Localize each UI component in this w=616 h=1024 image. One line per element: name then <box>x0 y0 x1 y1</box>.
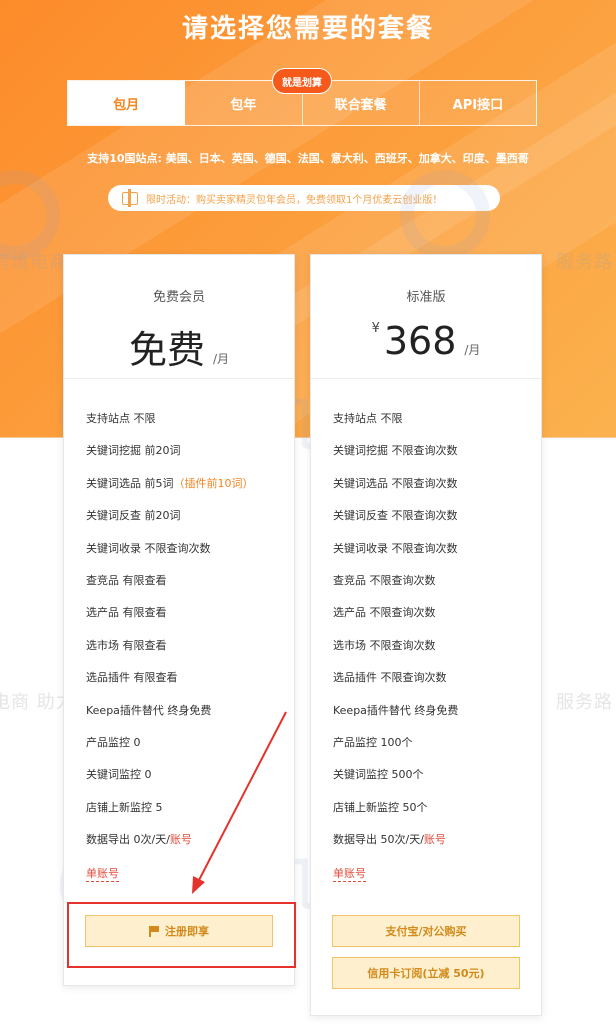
plan-price: 免费 <box>128 328 205 372</box>
watermark-slogan: 服务路 <box>556 692 613 713</box>
price-row: ¥368/月 <box>311 319 541 363</box>
feature-list: 支持站点 不限 关键词挖掘 不限查询次数 关键词选品 不限查询次数 关键词反查 … <box>311 379 541 862</box>
feature-item: 关键词选品 不限查询次数 <box>333 476 458 490</box>
feature-item: 选产品 不限查询次数 <box>333 606 436 620</box>
feature-item: 店铺上新监控 5 <box>86 800 163 814</box>
plan-name: 标准版 <box>406 290 446 305</box>
gift-icon <box>122 188 138 207</box>
feature-item: 关键词收录 不限查询次数 <box>86 541 211 555</box>
tab-monthly[interactable]: 包月 <box>68 81 186 125</box>
plan-name: 免费会员 <box>152 290 205 305</box>
feature-item: 关键词反查 不限查询次数 <box>333 509 458 523</box>
register-button-label: 注册即享 <box>165 925 209 938</box>
account-link[interactable]: 账号 <box>424 833 446 846</box>
account-link[interactable]: 账号 <box>170 833 192 846</box>
currency-symbol: ¥ <box>371 321 380 336</box>
feature-item: 选品插件 有限查看 <box>86 671 178 685</box>
feature-item: 支持站点 不限 <box>333 412 403 425</box>
plan-card-standard: 标准版 ¥368/月 支持站点 不限 关键词挖掘 不限查询次数 关键词选品 不限… <box>310 254 542 1016</box>
promo-text: 限时活动：购买卖家精灵包年会员，免费领取1个月优麦云创业版！ <box>146 194 443 206</box>
feature-item: Keepa插件替代 终身免费 <box>86 703 212 717</box>
feature-item: 支持站点 不限 <box>86 412 156 425</box>
feature-item: 关键词反查 前20词 <box>86 509 181 523</box>
price-row: 免费/月 <box>64 319 294 374</box>
promo-banner[interactable]: 限时活动：购买卖家精灵包年会员，免费领取1个月优麦云创业版！ <box>108 185 500 211</box>
feature-item: 查竞品 有限查看 <box>86 573 167 587</box>
feature-item: Keepa插件替代 终身免费 <box>333 703 459 717</box>
price-unit: /月 <box>212 352 230 366</box>
plan-price: 368 <box>383 319 457 363</box>
single-account-link[interactable]: 单账号 <box>333 867 366 883</box>
feature-item: 选市场 有限查看 <box>86 638 167 652</box>
plan-card-free: 免费会员 免费/月 支持站点 不限 关键词挖掘 前20词 关键词选品 前5词（插… <box>63 254 295 986</box>
feature-item: 数据导出 0次/天/账号 <box>86 833 192 847</box>
tab-api[interactable]: API接口 <box>420 81 536 125</box>
page-title: 请选择您需要的套餐 <box>181 14 434 44</box>
flag-icon <box>149 926 159 937</box>
feature-item: 关键词选品 前5词（插件前10词） <box>86 476 254 490</box>
credit-card-subscribe-button[interactable]: 信用卡订阅(立减 50元) <box>332 957 520 989</box>
feature-item: 查竞品 不限查询次数 <box>333 573 436 587</box>
feature-item: 关键词挖掘 不限查询次数 <box>333 444 458 458</box>
price-unit: /月 <box>464 343 481 357</box>
register-button[interactable]: 注册即享 <box>85 915 273 947</box>
feature-item: 关键词收录 不限查询次数 <box>333 541 458 555</box>
feature-item: 关键词监控 0 <box>86 768 152 782</box>
feature-item: 关键词监控 500个 <box>333 768 424 782</box>
feature-item: 数据导出 50次/天/账号 <box>333 833 446 847</box>
feature-item: 店铺上新监控 50个 <box>333 800 428 814</box>
feature-item: 产品监控 100个 <box>333 735 413 749</box>
feature-item: 选产品 有限查看 <box>86 606 167 620</box>
feature-list: 支持站点 不限 关键词挖掘 前20词 关键词选品 前5词（插件前10词） 关键词… <box>64 379 294 862</box>
single-account-link[interactable]: 单账号 <box>86 867 119 883</box>
feature-note: （插件前10词） <box>173 476 254 490</box>
deal-badge: 就是划算 <box>272 68 332 94</box>
feature-item: 产品监控 0 <box>86 735 141 749</box>
plan-header: 标准版 ¥368/月 <box>311 255 541 379</box>
plan-header: 免费会员 免费/月 <box>64 255 294 379</box>
feature-item: 选市场 不限查询次数 <box>333 638 436 652</box>
supported-sites: 支持10国站点: 美国、日本、英国、德国、法国、意大利、西班牙、加拿大、印度、墨… <box>87 152 529 165</box>
alipay-purchase-button[interactable]: 支付宝/对公购买 <box>332 915 520 947</box>
feature-item: 选品插件 不限查询次数 <box>333 671 447 685</box>
feature-item: 关键词挖掘 前20词 <box>86 444 181 458</box>
